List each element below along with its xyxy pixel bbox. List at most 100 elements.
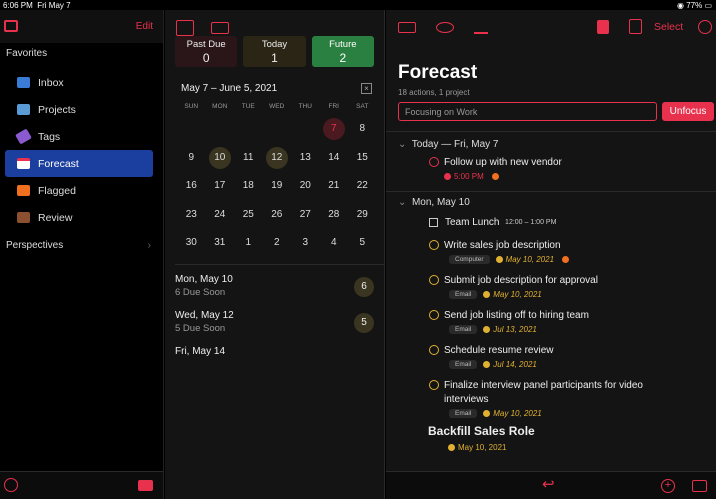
perspectives-row[interactable]: Perspectives › — [0, 235, 163, 257]
task-row[interactable]: Schedule resume review Email Jul 14, 2021 — [429, 343, 716, 371]
weekday-header: SUN MON TUE WED THU FRI SAT — [177, 103, 384, 110]
task-title: Follow up with new vendor — [444, 156, 562, 168]
tag-badge: Email — [449, 359, 478, 369]
calendar-day[interactable]: 14 — [320, 144, 349, 173]
calendar-day[interactable]: 28 — [320, 201, 349, 230]
unfocus-button[interactable]: Unfocus — [662, 102, 714, 121]
sidebar-item-label: Review — [38, 211, 73, 224]
task-due: May 10, 2021 — [505, 254, 555, 264]
calendar-day[interactable]: 18 — [234, 172, 263, 201]
select-button[interactable]: Select — [654, 21, 683, 33]
task-row[interactable]: Write sales job description Computer May 1… — [429, 238, 716, 266]
calendar-day[interactable]: 12 — [263, 144, 292, 173]
calendar-day[interactable]: 16 — [177, 172, 206, 201]
eye-icon[interactable] — [436, 22, 454, 33]
sidebar-item-forecast[interactable]: Forecast — [5, 150, 153, 177]
calendar-day[interactable]: 26 — [263, 201, 292, 230]
close-icon[interactable]: × — [361, 83, 372, 94]
calendar-day[interactable]: 13 — [291, 144, 320, 173]
inbox-icon — [17, 77, 30, 88]
keyboard-icon[interactable] — [398, 22, 416, 33]
calendar-day[interactable]: 23 — [177, 201, 206, 230]
sidebar: Edit Favorites Inbox Projects Tags Forec… — [0, 10, 164, 499]
keyboard-icon[interactable] — [211, 22, 229, 34]
future-button[interactable]: Future 2 — [311, 36, 374, 67]
today-label: Today — [261, 39, 288, 50]
calendar-day[interactable]: 10 — [206, 144, 235, 173]
due-day-label: Mon, May 10 — [175, 273, 233, 285]
undo-icon[interactable]: ↩ — [542, 475, 555, 493]
event-row[interactable]: Team Lunch 12:00 – 1:00 PM — [429, 213, 716, 231]
main-bottom-bar: ↩ + — [386, 471, 716, 499]
sidebar-item-inbox[interactable]: Inbox — [5, 69, 153, 96]
share-icon[interactable] — [629, 19, 642, 34]
calendar-day[interactable]: 8 — [348, 115, 377, 144]
sidebar-item-projects[interactable]: Projects — [5, 96, 153, 123]
due-dot-icon — [495, 255, 503, 263]
sidebar-item-tags[interactable]: Tags — [5, 123, 153, 150]
sidebar-item-review[interactable]: Review — [5, 204, 153, 231]
tag-badge: Email — [449, 324, 478, 334]
settings-icon[interactable] — [4, 478, 18, 492]
clean-up-icon[interactable] — [474, 18, 488, 34]
task-checkbox[interactable] — [429, 380, 439, 390]
forecast-main-pane: Select Forecast 18 actions, 1 project Fo… — [386, 10, 716, 499]
section-today[interactable]: ⌄ Today — Fri, May 7 — [398, 135, 716, 155]
favorites-label: Favorites — [6, 48, 48, 59]
calendar-day[interactable]: 31 — [206, 229, 235, 258]
calendar-day[interactable]: 29 — [348, 201, 377, 230]
task-due: Jul 13, 2021 — [493, 324, 537, 334]
calendar-day[interactable]: 22 — [348, 172, 377, 201]
calendar-day[interactable]: 1 — [234, 229, 263, 258]
sidebar-toggle-icon[interactable] — [176, 20, 194, 36]
task-row[interactable]: Finalize interview panel participants fo… — [429, 378, 716, 420]
calendar-day[interactable]: 25 — [234, 201, 263, 230]
calendar-day[interactable]: 17 — [206, 172, 235, 201]
info-icon[interactable] — [698, 20, 712, 34]
calendar-day[interactable]: 27 — [291, 201, 320, 230]
calendar-day[interactable]: 24 — [206, 201, 235, 230]
new-perspective-icon[interactable] — [138, 480, 153, 491]
task-checkbox[interactable] — [429, 275, 439, 285]
project-row[interactable]: Backfill Sales Role May 10, 2021 — [428, 424, 716, 454]
calendar-day[interactable]: 4 — [320, 229, 349, 258]
section-mon[interactable]: ⌄ Mon, May 10 — [398, 193, 716, 213]
add-icon[interactable]: + — [661, 479, 675, 493]
calendar-day[interactable]: 11 — [234, 144, 263, 173]
calendar-day[interactable]: 7 — [320, 115, 349, 144]
calendar-day[interactable]: 30 — [177, 229, 206, 258]
task-row[interactable]: Follow up with new vendor 5:00 PM — [429, 155, 716, 183]
task-row[interactable]: Submit job description for approval Email… — [429, 273, 716, 301]
task-checkbox[interactable] — [429, 240, 439, 250]
due-day-row[interactable]: Wed, May 12 5 Due Soon 5 — [175, 310, 384, 346]
sidebar-item-label: Tags — [38, 130, 61, 143]
calendar-day[interactable]: 15 — [348, 144, 377, 173]
sidebar-item-label: Projects — [38, 103, 76, 116]
calendar-day[interactable]: 9 — [177, 144, 206, 173]
tag-badge: Email — [449, 408, 478, 418]
due-dot-icon — [448, 443, 455, 451]
today-button[interactable]: Today 1 — [243, 36, 306, 67]
calendar-day[interactable]: 19 — [263, 172, 292, 201]
calendar-day[interactable]: 5 — [348, 229, 377, 258]
task-row[interactable]: Send job listing off to hiring team Email… — [429, 308, 716, 336]
calendar-day[interactable]: 20 — [291, 172, 320, 201]
projects-icon — [17, 104, 30, 115]
calendar-day[interactable]: 21 — [320, 172, 349, 201]
sidebar-item-flagged[interactable]: Flagged — [5, 177, 153, 204]
calendar-day[interactable]: 3 — [291, 229, 320, 258]
edit-button[interactable]: Edit — [136, 21, 153, 32]
inbox-add-icon[interactable] — [692, 480, 707, 492]
task-title-continued: interviews — [444, 393, 489, 405]
past-due-button[interactable]: Past Due 0 — [175, 36, 238, 67]
due-day-row[interactable]: Mon, May 10 6 Due Soon 6 — [175, 274, 384, 310]
due-day-row[interactable]: Fri, May 14 — [175, 346, 384, 382]
task-checkbox[interactable] — [429, 345, 439, 355]
task-checkbox[interactable] — [429, 310, 439, 320]
inspect-icon[interactable] — [597, 20, 609, 34]
focus-field[interactable]: Focusing on Work — [398, 102, 657, 121]
calendar-day[interactable]: 2 — [263, 229, 292, 258]
status-time: 6:06 PM — [3, 1, 33, 10]
task-checkbox[interactable] — [429, 157, 439, 167]
omnifocus-icon[interactable] — [4, 20, 18, 32]
